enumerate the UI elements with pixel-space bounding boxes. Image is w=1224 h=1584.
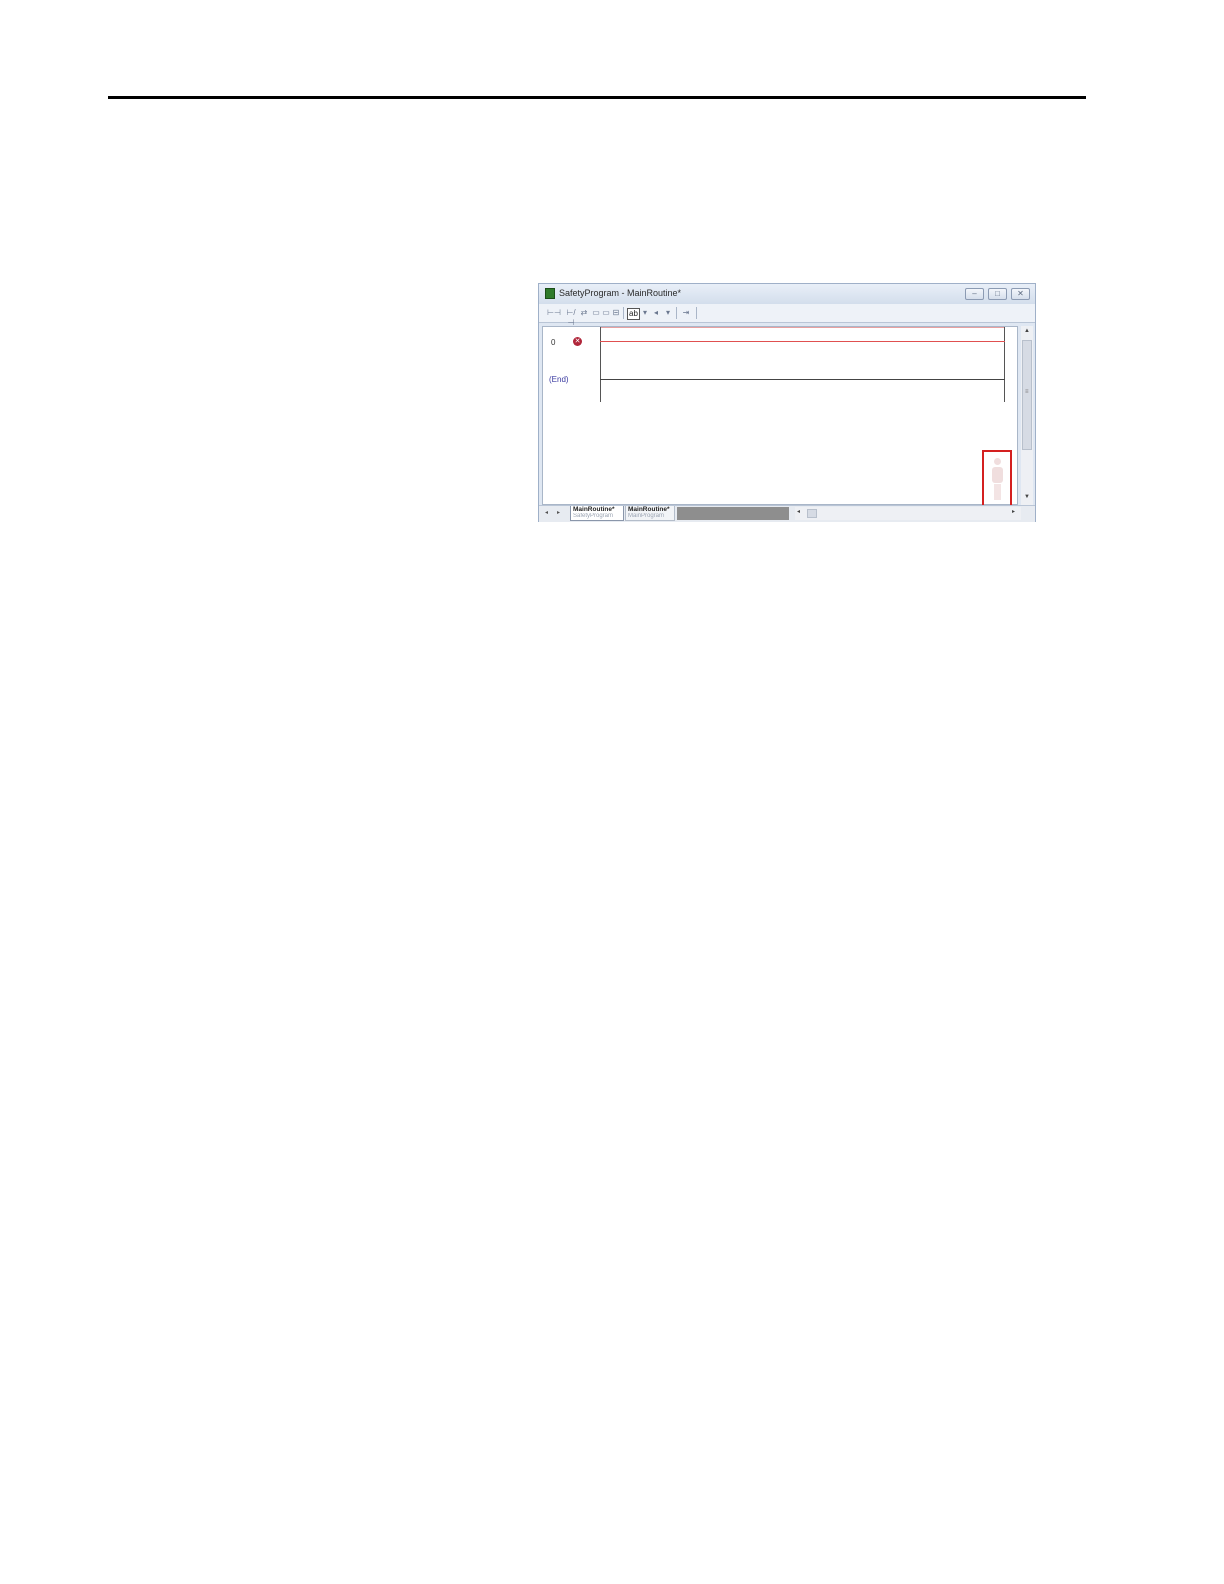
safety-highlight-box	[982, 450, 1012, 510]
end-rung-label: (End)	[549, 375, 569, 384]
scroll-up-icon[interactable]: ▲	[1021, 326, 1033, 336]
goto-end-icon[interactable]: ⇥	[680, 308, 692, 318]
rung-top-border	[600, 327, 1005, 328]
ladder-routine-icon	[545, 288, 555, 299]
tab-main-mainroutine[interactable]: MainRoutine* MainProgram	[625, 506, 675, 521]
page-header-rule	[108, 96, 1086, 99]
toolbar-separator	[623, 307, 624, 319]
tab-scroll-right-icon[interactable]: ▸	[557, 509, 560, 516]
ladder-toolbar: ⊢⊣ ⊢/⊣ ⇄ ▭ ▭ ⊟ ab ▾ ◂ ▾ ⇥	[539, 304, 1035, 327]
tab-safety-mainroutine[interactable]: MainRoutine* SafetyProgram	[570, 506, 624, 521]
window-title: SafetyProgram - MainRoutine*	[559, 288, 682, 298]
tab-program: MainProgram	[628, 513, 665, 519]
safety-watermark-icon	[992, 458, 1003, 502]
restore-button[interactable]: □	[988, 288, 1007, 300]
scroll-down-icon[interactable]: ▼	[1021, 492, 1033, 502]
vertical-scrollbar[interactable]: ▲ ≡ ▼	[1021, 326, 1033, 505]
rung-number: 0	[551, 338, 556, 347]
scroll-left-icon[interactable]: ◂	[797, 508, 800, 515]
rung-icon[interactable]: ▭	[591, 308, 601, 318]
tab-label: MainRoutine*	[628, 506, 670, 513]
grip-icon: ≡	[1025, 389, 1029, 395]
tab-label: MainRoutine*	[573, 506, 615, 513]
minimize-button[interactable]: –	[965, 288, 984, 300]
tab-strip-empty	[677, 507, 789, 520]
left-power-rail	[600, 327, 601, 402]
scroll-right-icon[interactable]: ▸	[1012, 508, 1015, 515]
ladder-editor[interactable]: 0 ✕ (End)	[542, 326, 1018, 510]
horizontal-scrollbar[interactable]: ◂ ▸	[795, 507, 1021, 520]
end-rung-line[interactable]	[600, 379, 1005, 380]
tab-scroll-left-icon[interactable]: ◂	[545, 509, 548, 516]
right-power-rail	[1004, 327, 1005, 402]
horizontal-scroll-thumb[interactable]	[807, 509, 817, 518]
tab-program: SafetyProgram	[573, 513, 614, 519]
close-button[interactable]: ✕	[1011, 288, 1030, 300]
routine-window: SafetyProgram - MainRoutine* – □ ✕ ⊢⊣ ⊢/…	[538, 283, 1036, 522]
back-arrow-icon[interactable]: ◂	[651, 308, 661, 318]
instruction-icon[interactable]: ▭	[601, 308, 611, 318]
error-icon: ✕	[573, 337, 582, 346]
contact-icon[interactable]: ⊢⊣	[547, 308, 561, 318]
toolbar-separator	[676, 307, 677, 319]
branch-icon[interactable]: ⊢/⊣	[565, 308, 577, 327]
toolbar-separator	[696, 307, 697, 319]
dropdown-icon[interactable]: ▾	[641, 308, 649, 318]
routine-tab-bar: ◂ ▸ MainRoutine* SafetyProgram MainRouti…	[539, 505, 1035, 522]
swap-icon[interactable]: ⇄	[579, 308, 589, 318]
vertical-scroll-thumb[interactable]: ≡	[1022, 340, 1032, 450]
title-bar[interactable]: SafetyProgram - MainRoutine* – □ ✕	[539, 284, 1035, 304]
chevron-down-icon[interactable]: ▾	[663, 308, 673, 318]
rung-0-line[interactable]	[600, 341, 1005, 342]
comment-icon[interactable]: ⊟	[611, 308, 621, 318]
edit-mode-icon[interactable]: ab	[627, 308, 640, 320]
